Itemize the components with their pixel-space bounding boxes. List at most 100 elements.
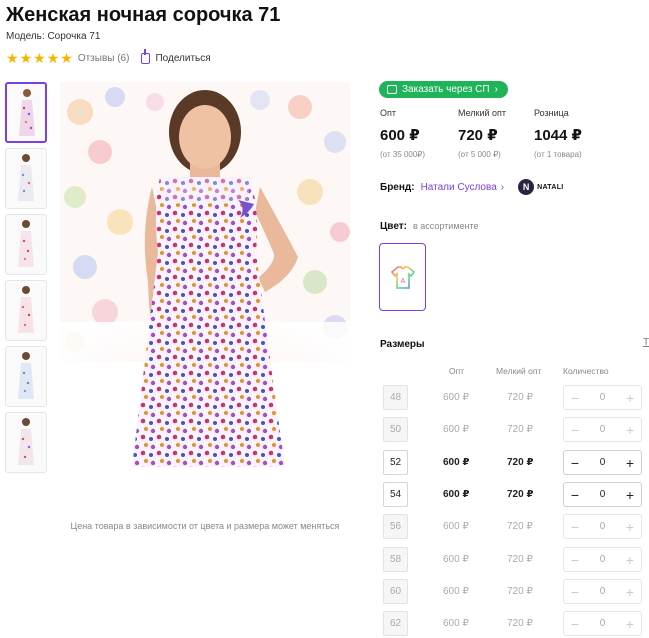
order-via-sp-button[interactable]: Заказать через СП › [379,81,508,98]
dress-thumbnail-image [18,352,34,399]
rating-stars: ★ ★ ★ ★ ★ [6,51,73,65]
dress-thumbnail-image [18,154,34,201]
quantity-stepper[interactable]: − 0 + [563,611,642,636]
quantity-stepper[interactable]: − 0 + [563,482,642,507]
size-chip[interactable]: 52 [383,450,408,475]
cart-icon [387,85,397,94]
size-chart-link[interactable]: Т [643,337,649,348]
quantity-value[interactable]: 0 [600,392,606,403]
plus-icon[interactable]: + [624,553,636,567]
quantity-value[interactable]: 0 [600,424,606,435]
size-row: 48 600 ₽ 720 ₽ − 0 + [383,385,643,411]
quantity-value[interactable]: 0 [600,521,606,532]
size-price-small-opt: 720 ₽ [507,457,534,468]
share-icon [141,48,151,64]
size-row: 58 600 ₽ 720 ₽ − 0 + [383,547,643,573]
quantity-stepper[interactable]: − 0 + [563,514,642,539]
size-price-small-opt: 720 ₽ [507,521,533,532]
color-row: Цвет: в ассортименте [380,221,479,232]
col-header-qty: Количество [563,366,609,376]
col-header-small-opt: Мелкий опт [496,366,542,376]
dress-thumbnail-image [18,418,34,465]
minus-icon[interactable]: − [569,488,581,502]
brand-logo[interactable]: N NATALI [518,179,563,195]
price-table: Опт 600 ₽ (от 35 000₽) Мелкий опт 720 ₽ … [380,108,614,159]
price-small-wholesale: Мелкий опт 720 ₽ (от 5 000 ₽) [458,108,534,159]
size-row: 50 600 ₽ 720 ₽ − 0 + [383,417,643,443]
chevron-right-icon: › [494,84,498,95]
size-chip: 58 [383,547,408,572]
size-row: 56 600 ₽ 720 ₽ − 0 + [383,514,643,540]
product-model: Модель: Сорочка 71 [6,31,101,42]
thumbnail-list [5,82,49,478]
size-price-opt: 600 ₽ [443,521,469,532]
thumbnail-2[interactable] [5,148,47,209]
size-chip[interactable]: 54 [383,482,408,507]
price-condition: (от 1 товара) [534,150,582,159]
quantity-value[interactable]: 0 [600,618,606,629]
thumbnail-1[interactable] [5,82,47,143]
size-price-opt: 600 ₽ [443,392,469,403]
size-chip: 48 [383,385,408,410]
quantity-value[interactable]: 0 [600,457,606,468]
order-via-sp-label: Заказать через СП [402,84,490,95]
price-caption: Цена товара в зависимости от цвета и раз… [70,521,340,531]
product-title: Женская ночная сорочка 71 [6,4,281,26]
minus-icon[interactable]: − [569,456,581,470]
plus-icon[interactable]: + [624,585,636,599]
plus-icon[interactable]: + [624,617,636,631]
brand-link[interactable]: Натали Суслова [421,182,497,193]
size-price-small-opt: 720 ₽ [507,489,534,500]
dress-thumbnail-image [18,220,34,267]
minus-icon[interactable]: − [569,391,581,405]
brand-label: Бренд: [380,181,415,193]
color-label: Цвет: [380,221,407,232]
quantity-value[interactable]: 0 [600,489,606,500]
quantity-value[interactable]: 0 [600,554,606,565]
brand-logo-mark: N [518,179,535,195]
share-label: Поделиться [155,52,211,64]
chevron-right-icon: › [500,181,505,193]
quantity-stepper[interactable]: − 0 + [563,450,642,475]
brand-row: Бренд: Натали Суслова › N NATALI [380,179,564,195]
size-price-small-opt: 720 ₽ [507,618,533,629]
quantity-stepper[interactable]: − 0 + [563,579,642,604]
share-button[interactable]: Поделиться [141,48,211,64]
plus-icon[interactable]: + [624,488,636,502]
price-label: Опт [380,108,396,118]
plus-icon[interactable]: + [624,423,636,437]
price-retail: Розница 1044 ₽ (от 1 товара) [534,108,614,159]
star-icon: ★ [60,50,73,66]
minus-icon[interactable]: − [569,520,581,534]
thumbnail-4[interactable] [5,280,47,341]
size-row: 60 600 ₽ 720 ₽ − 0 + [383,579,643,605]
plus-icon[interactable]: + [624,391,636,405]
color-swatch-assorted[interactable]: A [379,243,426,311]
quantity-stepper[interactable]: − 0 + [563,417,642,442]
minus-icon[interactable]: − [569,617,581,631]
minus-icon[interactable]: − [569,585,581,599]
quantity-stepper[interactable]: − 0 + [563,385,642,410]
size-chip: 50 [383,417,408,442]
thumbnail-3[interactable] [5,214,47,275]
main-product-photo[interactable] [60,82,350,492]
quantity-value[interactable]: 0 [600,586,606,597]
minus-icon[interactable]: − [569,553,581,567]
rating-row: ★ ★ ★ ★ ★ Отзывы (6) Поделиться [6,48,211,65]
plus-icon[interactable]: + [624,520,636,534]
size-price-opt: 600 ₽ [443,586,469,597]
price-label: Мелкий опт [458,108,507,118]
reviews-link[interactable]: Отзывы (6) [78,53,130,64]
thumbnail-5[interactable] [5,346,47,407]
size-price-opt: 600 ₽ [443,424,469,435]
color-value: в ассортименте [412,221,479,231]
thumbnail-6[interactable] [5,412,47,473]
star-icon: ★ [33,50,46,66]
minus-icon[interactable]: − [569,423,581,437]
star-icon: ★ [46,50,60,66]
price-label: Розница [534,108,569,118]
quantity-stepper[interactable]: − 0 + [563,547,642,572]
plus-icon[interactable]: + [624,456,636,470]
size-chip: 56 [383,514,408,539]
size-price-opt: 600 ₽ [443,554,469,565]
